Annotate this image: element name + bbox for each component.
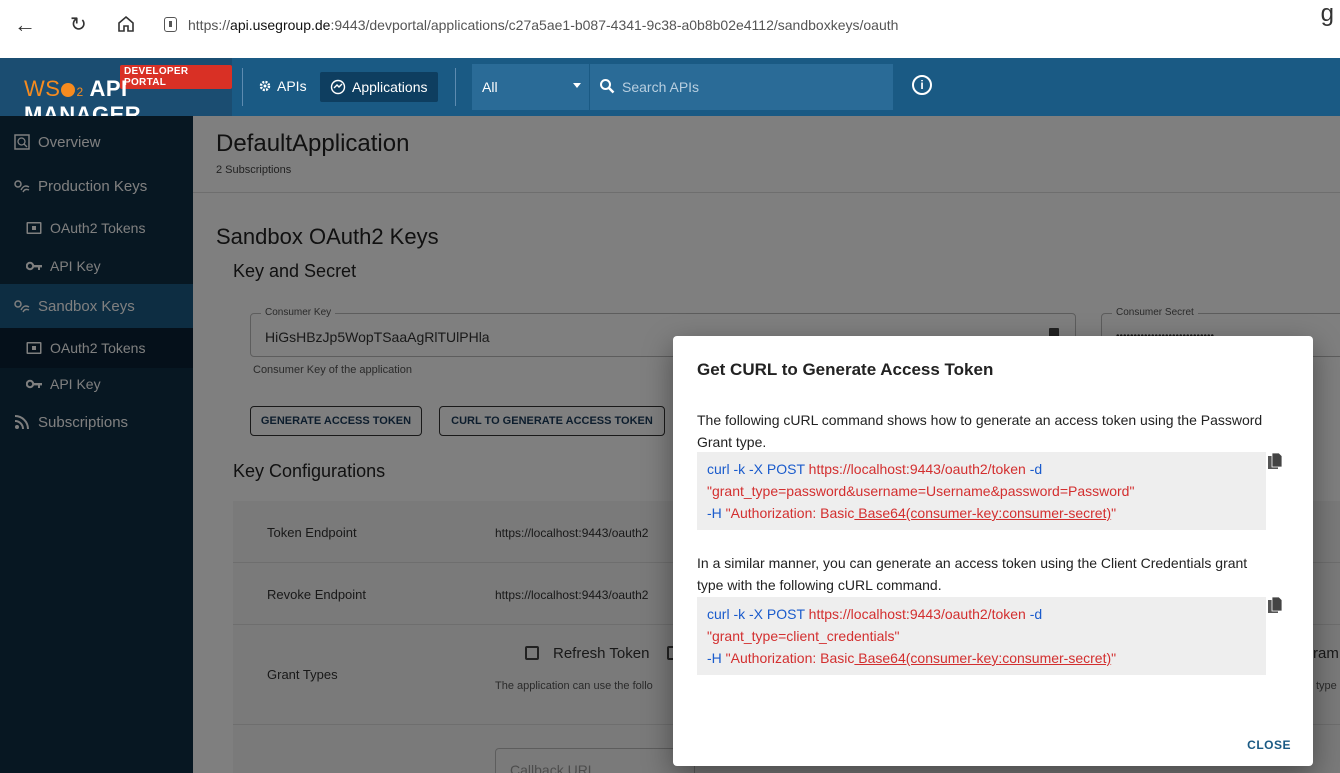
curl-dialog: Get CURL to Generate Access Token The fo…	[673, 336, 1313, 766]
copy-icon[interactable]	[1268, 453, 1282, 471]
dialog-intro-text: The following cURL command shows how to …	[697, 412, 1263, 450]
search-input[interactable]	[590, 64, 893, 110]
client-credentials-curl-code[interactable]: curl -k -X POST https://localhost:9443/o…	[697, 597, 1266, 675]
reload-icon[interactable]: ↻	[70, 14, 87, 36]
apis-nav-link[interactable]: APIs	[258, 78, 307, 94]
search-icon	[600, 79, 615, 94]
header-separator	[455, 68, 456, 106]
applications-icon	[330, 79, 346, 95]
search-filter-select[interactable]: All	[472, 64, 590, 110]
header-separator	[242, 68, 243, 106]
copy-icon[interactable]	[1268, 597, 1282, 615]
logo-mark-icon	[61, 83, 76, 97]
wso2-logo[interactable]: DEVELOPER PORTAL WS 2 API MANAGER	[0, 58, 232, 127]
dialog-middle-text: In a similar manner, you can generate an…	[697, 555, 1248, 593]
site-info-icon[interactable]	[164, 17, 177, 32]
password-grant-curl-code[interactable]: curl -k -X POST https://localhost:9443/o…	[697, 452, 1266, 530]
applications-nav-link[interactable]: Applications	[320, 72, 438, 102]
tab-edge-glyph: g	[1320, 0, 1334, 27]
home-icon[interactable]	[116, 14, 136, 34]
search-bar: All	[472, 64, 893, 110]
close-button[interactable]: CLOSE	[1247, 738, 1291, 752]
gear-icon	[259, 80, 271, 92]
back-arrow-icon[interactable]: ←	[14, 14, 36, 36]
address-bar[interactable]: https://api.usegroup.de:9443/devportal/a…	[188, 17, 898, 33]
info-icon[interactable]: i	[912, 75, 932, 95]
browser-toolbar: ← ↻ https://api.usegroup.de:9443/devport…	[0, 0, 1340, 58]
dialog-title: Get CURL to Generate Access Token	[697, 360, 994, 379]
app-header-bar: DEVELOPER PORTAL WS 2 API MANAGER APIs Ap…	[0, 58, 1340, 127]
dropdown-caret-icon	[573, 83, 581, 88]
